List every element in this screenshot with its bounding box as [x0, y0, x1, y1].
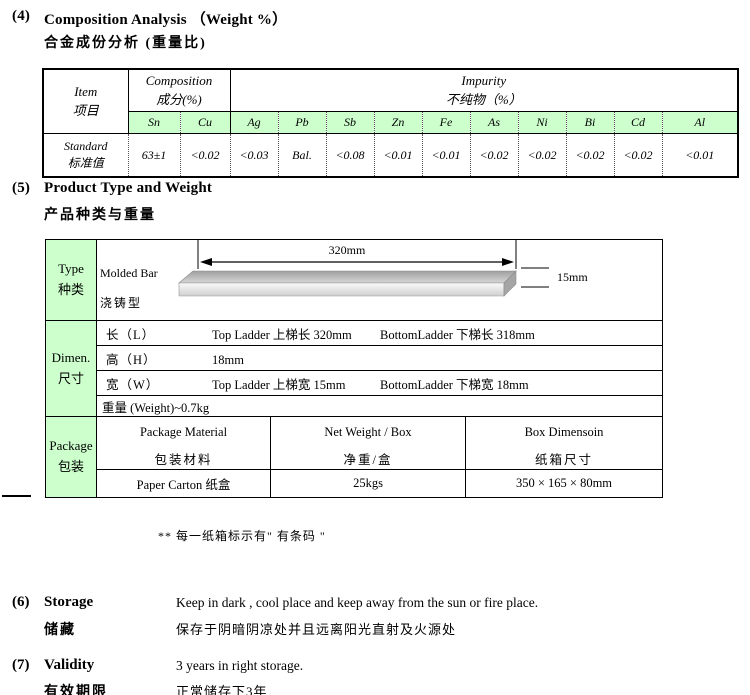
type-label-zh: 种类: [46, 280, 96, 301]
element-header-cu: Cu: [180, 112, 230, 134]
dim-arrowhead-left-icon: [200, 258, 212, 266]
standard-value-ni: <0.02: [518, 134, 566, 178]
package-label-en: Package: [46, 436, 96, 457]
section-4-title-zh: 合金成份分析 (重量比): [44, 32, 207, 52]
net-weight-zh: 净重/盒: [271, 449, 465, 468]
dim-length-label: 长（L）: [97, 324, 212, 343]
dimension-length-row: 长（L）Top Ladder 上梯长 320mmBottomLadder 下梯长…: [97, 321, 663, 346]
dimen-label-zh: 尺寸: [46, 369, 96, 390]
standard-label-en: Standard: [44, 139, 128, 154]
dimension-row-header: Dimen. 尺寸: [46, 321, 97, 417]
dim-length-bottom-value: BottomLadder 下梯长 318mm: [380, 328, 535, 342]
element-header-cd: Cd: [614, 112, 662, 134]
product-table: Type 种类 Molded Bar 浇铸型: [45, 239, 663, 498]
storage-label-en: Storage: [44, 594, 93, 611]
box-dimension-en: Box Dimensoin: [466, 425, 662, 440]
stray-underline-mark: [2, 495, 31, 497]
dim-width-top-value: Top Ladder 上梯宽 15mm: [212, 374, 380, 393]
dim-width-label: 宽（W）: [97, 374, 212, 393]
standard-value-cd: <0.02: [614, 134, 662, 178]
dimension-width-row: 宽（W）Top Ladder 上梯宽 15mmBottomLadder 下梯宽 …: [97, 371, 663, 396]
element-header-as: As: [470, 112, 518, 134]
package-material-value: Paper Carton 纸盒: [97, 470, 271, 498]
impurity-label-en: Impurity: [231, 73, 738, 89]
impurity-header-cell: Impurity 不纯物（%）: [230, 69, 738, 112]
type-row-header: Type 种类: [46, 240, 97, 321]
bar-front-face: [179, 283, 504, 296]
composition-header-cell: Composition 成分(%): [128, 69, 230, 112]
dim-height-value: 18mm: [212, 353, 380, 368]
composition-label-en: Composition: [129, 73, 230, 89]
storage-desc-en: Keep in dark , cool place and keep away …: [176, 595, 538, 611]
validity-label-zh: 有效期限: [44, 681, 108, 695]
bar-length-label: 320mm: [292, 243, 402, 258]
element-header-zn: Zn: [374, 112, 422, 134]
package-label-zh: 包装: [46, 457, 96, 478]
dim-width-bottom-value: BottomLadder 下梯宽 18mm: [380, 378, 529, 392]
type-label-en: Type: [46, 259, 96, 280]
package-material-zh: 包装材料: [97, 449, 270, 468]
net-weight-value: 25kgs: [271, 470, 466, 498]
section-7-number: (7): [12, 657, 30, 674]
dimension-height-row: 高（H）18mm: [97, 346, 663, 371]
standard-label-zh: 标准值: [44, 154, 128, 171]
element-header-al: Al: [662, 112, 738, 134]
standard-value-al: <0.01: [662, 134, 738, 178]
type-content-cell: Molded Bar 浇铸型: [97, 240, 663, 321]
spec-document-page: (4) Composition Analysis （Weight %） 合金成份…: [0, 0, 750, 695]
validity-label-en: Validity: [44, 657, 94, 674]
impurity-label-zh: 不纯物（%）: [231, 89, 738, 108]
standard-value-bi: <0.02: [566, 134, 614, 178]
validity-desc-zh: 正常储存下3年: [176, 681, 268, 695]
item-label-zh: 项目: [44, 100, 128, 119]
net-weight-en: Net Weight / Box: [271, 425, 465, 440]
carton-barcode-note: ** 每一纸箱标示有" 有条码 ": [158, 527, 326, 544]
dim-arrowhead-right-icon: [502, 258, 514, 266]
dim-length-top-value: Top Ladder 上梯长 320mm: [212, 324, 380, 343]
standard-value-sb: <0.08: [326, 134, 374, 178]
storage-label-zh: 储藏: [44, 619, 76, 639]
standard-value-zn: <0.01: [374, 134, 422, 178]
section-4-number: (4): [12, 8, 30, 25]
box-dimension-zh: 纸箱尺寸: [466, 449, 662, 468]
standard-value-cu: <0.02: [180, 134, 230, 178]
element-header-sb: Sb: [326, 112, 374, 134]
standard-value-sn: 63±1: [128, 134, 180, 178]
bar-top-face: [179, 271, 516, 283]
bar-height-label: 15mm: [557, 270, 588, 285]
composition-table: Item 项目 Composition 成分(%) Impurity 不纯物（%…: [42, 68, 739, 178]
type-name-en: Molded Bar: [100, 266, 158, 281]
package-row-header: Package 包装: [46, 417, 97, 498]
element-header-ni: Ni: [518, 112, 566, 134]
section-5-title-zh: 产品种类与重量: [44, 204, 156, 224]
standard-value-ag: <0.03: [230, 134, 278, 178]
storage-desc-zh: 保存于阴暗阴凉处并且远离阳光直射及火源处: [176, 619, 456, 638]
section-4-title-en: Composition Analysis （Weight %）: [44, 8, 287, 29]
element-header-sn: Sn: [128, 112, 180, 134]
standard-value-as: <0.02: [470, 134, 518, 178]
element-header-ag: Ag: [230, 112, 278, 134]
type-name-zh: 浇铸型: [100, 294, 142, 311]
net-weight-header: Net Weight / Box 净重/盒: [271, 417, 466, 470]
element-header-fe: Fe: [422, 112, 470, 134]
section-6-number: (6): [12, 594, 30, 611]
item-header-cell: Item 项目: [43, 69, 128, 134]
section-5-number: (5): [12, 180, 30, 197]
element-header-pb: Pb: [278, 112, 326, 134]
dimension-weight-row: 重量 (Weight)~0.7kg: [97, 396, 663, 417]
standard-value-fe: <0.01: [422, 134, 470, 178]
package-material-en: Package Material: [97, 425, 270, 440]
dim-height-label: 高（H）: [97, 349, 212, 368]
composition-label-zh: 成分(%): [129, 89, 230, 108]
box-dimension-value: 350 × 165 × 80mm: [466, 470, 663, 498]
section-5-title-en: Product Type and Weight: [44, 180, 212, 197]
item-label-en: Item: [44, 84, 128, 100]
package-material-header: Package Material 包装材料: [97, 417, 271, 470]
standard-value-pb: Bal.: [278, 134, 326, 178]
validity-desc-en: 3 years in right storage.: [176, 658, 303, 674]
box-dimension-header: Box Dimensoin 纸箱尺寸: [466, 417, 663, 470]
element-header-bi: Bi: [566, 112, 614, 134]
dimen-label-en: Dimen.: [46, 348, 96, 369]
standard-row-header: Standard 标准值: [43, 134, 128, 178]
